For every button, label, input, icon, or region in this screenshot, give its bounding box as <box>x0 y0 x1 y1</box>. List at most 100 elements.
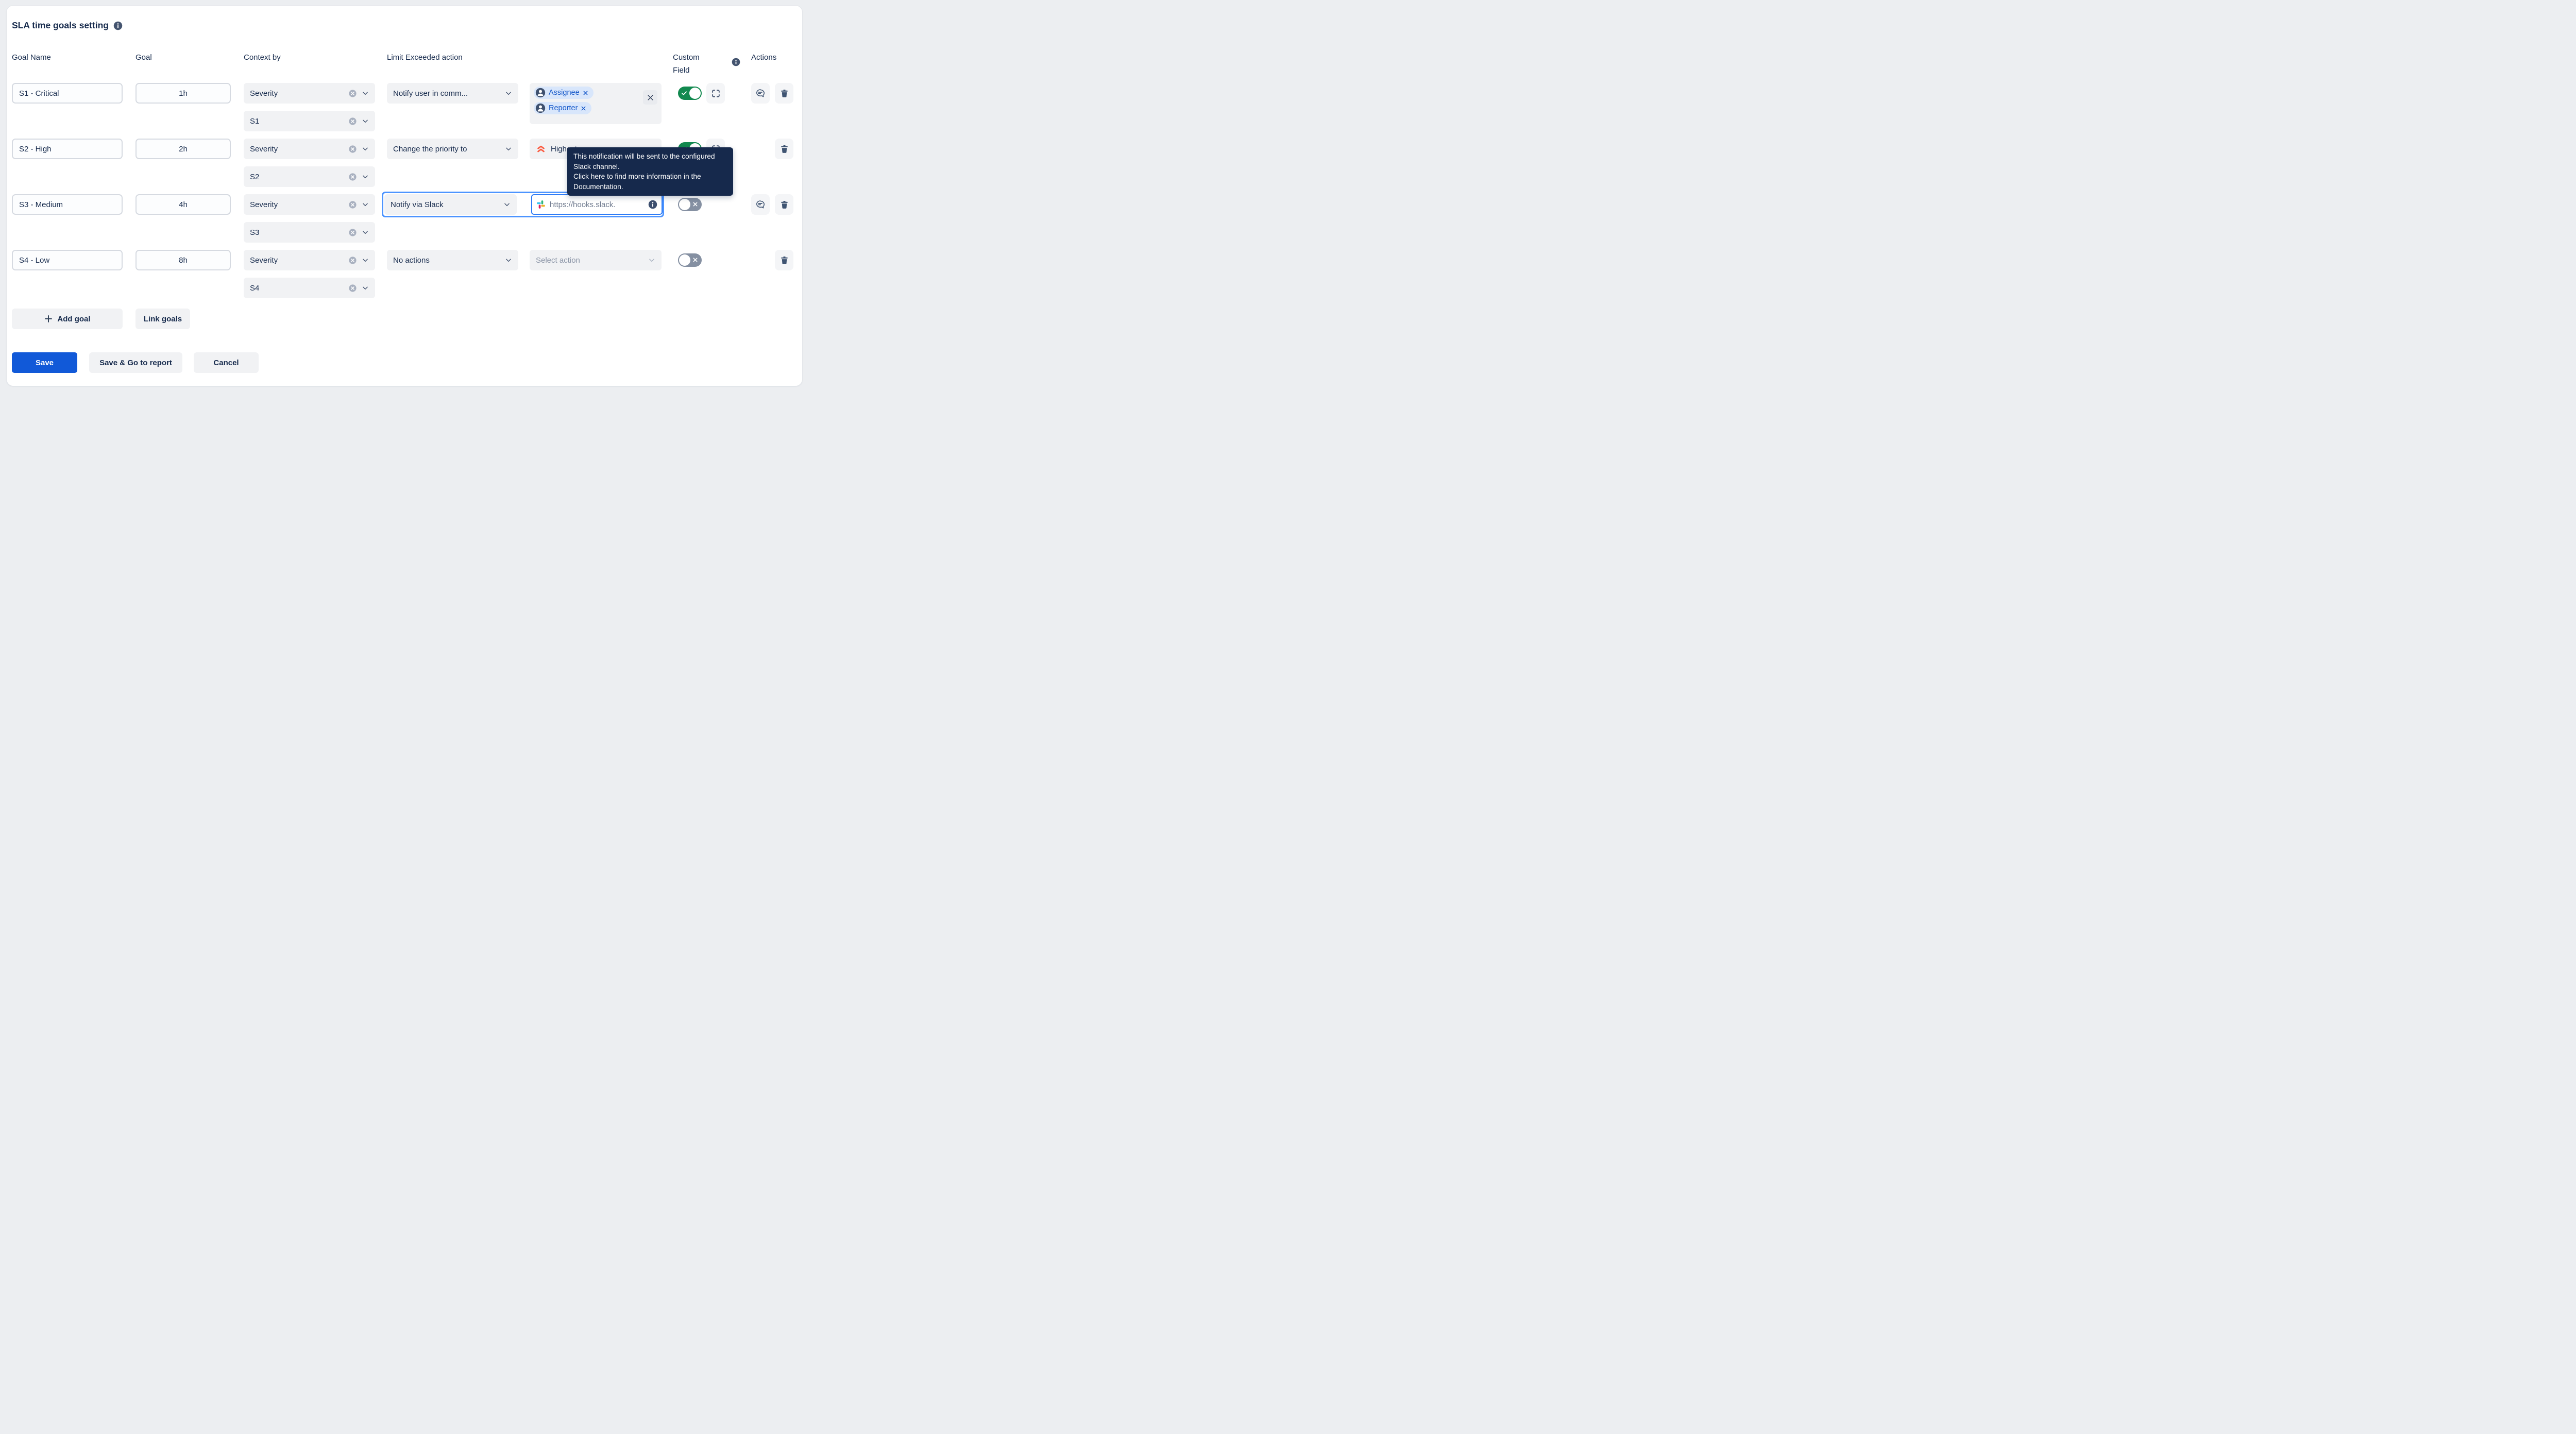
cancel-button[interactable]: Cancel <box>194 352 259 373</box>
person-icon <box>535 88 546 98</box>
column-header-custom-field: Custom Field <box>673 53 700 75</box>
column-header-goal-name: Goal Name <box>12 53 51 62</box>
chevron-down-icon <box>505 90 512 97</box>
comment-button[interactable] <box>751 194 770 215</box>
slack-webhook-value: https://hooks.slack. <box>550 200 616 209</box>
link-goals-button[interactable]: Link goals <box>135 309 190 329</box>
add-goal-label: Add goal <box>57 314 91 323</box>
save-button[interactable]: Save <box>12 352 77 373</box>
goal-input[interactable] <box>143 89 224 98</box>
clear-all-icon[interactable] <box>643 90 657 105</box>
goal-name-input[interactable] <box>19 200 115 209</box>
chevron-down-icon <box>362 257 369 264</box>
select-value: Severity <box>250 255 278 265</box>
notify-users-multiselect[interactable]: Assignee Reporter <box>530 83 662 124</box>
column-header-goal: Goal <box>135 53 152 62</box>
context-field-select[interactable]: Severity <box>244 250 375 270</box>
tooltip-line-2: Click here to find more information in t… <box>573 173 701 191</box>
goal-field <box>135 250 231 270</box>
context-value-select[interactable]: S3 <box>244 222 375 243</box>
goal-field <box>135 139 231 159</box>
context-field-select[interactable]: Severity <box>244 194 375 215</box>
clear-icon[interactable] <box>348 284 357 293</box>
info-icon[interactable] <box>732 58 740 66</box>
info-icon[interactable] <box>113 21 123 30</box>
chevron-down-icon <box>362 117 369 125</box>
goal-input[interactable] <box>143 200 224 209</box>
delete-button[interactable] <box>775 250 793 270</box>
select-placeholder: Select action <box>536 255 580 265</box>
chevron-down-icon <box>505 257 512 264</box>
trash-icon <box>779 255 789 265</box>
clear-icon[interactable] <box>348 173 357 181</box>
cancel-label: Cancel <box>213 358 239 367</box>
slack-notification-tooltip[interactable]: This notification will be sent to the co… <box>567 147 733 196</box>
goal-name-input[interactable] <box>19 255 115 265</box>
context-field-select[interactable]: Severity <box>244 83 375 104</box>
limit-action-select[interactable]: Notify user in comm... <box>387 83 518 104</box>
select-value: S1 <box>250 116 260 126</box>
goal-name-input[interactable] <box>19 144 115 153</box>
custom-field-toggle[interactable] <box>678 198 702 211</box>
clear-icon[interactable] <box>348 145 357 153</box>
save-go-report-label: Save & Go to report <box>99 358 172 367</box>
select-value: S2 <box>250 172 260 181</box>
slack-webhook-field[interactable]: https://hooks.slack. <box>531 194 663 215</box>
comment-icon <box>755 88 766 98</box>
limit-action-select[interactable]: No actions <box>387 250 518 270</box>
trash-icon <box>779 144 789 154</box>
custom-field-toggle[interactable] <box>678 253 702 267</box>
select-value: Notify user in comm... <box>393 89 468 98</box>
remove-icon[interactable] <box>581 106 586 111</box>
goal-name-input[interactable] <box>19 89 115 98</box>
custom-field-toggle-cell <box>678 194 704 215</box>
goal-name-field <box>12 139 123 159</box>
user-chip[interactable]: Reporter <box>534 102 592 114</box>
expand-button[interactable] <box>706 83 725 104</box>
chevron-down-icon <box>362 229 369 236</box>
save-label: Save <box>35 358 54 367</box>
comment-icon <box>755 199 766 210</box>
chip-label: Assignee <box>549 89 580 97</box>
delete-button[interactable] <box>775 139 793 159</box>
chevron-down-icon <box>362 145 369 152</box>
person-icon <box>535 103 546 113</box>
add-goal-button[interactable]: Add goal <box>12 309 123 329</box>
goal-input[interactable] <box>143 255 224 265</box>
link-goals-label: Link goals <box>143 314 182 323</box>
user-chip[interactable]: Assignee <box>534 87 594 99</box>
plus-icon <box>44 314 53 323</box>
context-value-select[interactable]: S2 <box>244 166 375 187</box>
delete-button[interactable] <box>775 194 793 215</box>
remove-icon[interactable] <box>583 90 588 96</box>
chevron-down-icon <box>505 145 512 152</box>
page-title-row: SLA time goals setting <box>12 20 123 31</box>
clear-icon[interactable] <box>348 117 357 126</box>
clear-icon[interactable] <box>348 256 357 265</box>
clear-icon[interactable] <box>348 200 357 209</box>
goal-name-field <box>12 250 123 270</box>
clear-icon[interactable] <box>348 89 357 98</box>
select-value: No actions <box>393 255 430 265</box>
expand-icon <box>711 89 721 98</box>
context-field-select[interactable]: Severity <box>244 139 375 159</box>
custom-field-toggle[interactable] <box>678 87 702 100</box>
slack-icon <box>536 200 546 209</box>
select-value: Change the priority to <box>393 144 467 153</box>
sla-settings-card: SLA time goals setting Goal Name Goal Co… <box>6 5 803 386</box>
chevron-down-icon <box>362 284 369 292</box>
context-value-select[interactable]: S4 <box>244 278 375 298</box>
trash-icon <box>779 200 789 210</box>
limit-action-select[interactable]: Notify via Slack <box>384 194 517 215</box>
info-icon[interactable] <box>648 200 657 209</box>
action-param-select-disabled[interactable]: Select action <box>530 250 662 270</box>
save-go-report-button[interactable]: Save & Go to report <box>89 352 182 373</box>
clear-icon[interactable] <box>348 228 357 237</box>
goal-input[interactable] <box>143 144 224 153</box>
comment-button[interactable] <box>751 83 770 104</box>
context-value-select[interactable]: S1 <box>244 111 375 131</box>
select-value: S4 <box>250 283 260 293</box>
delete-button[interactable] <box>775 83 793 104</box>
limit-action-select[interactable]: Change the priority to <box>387 139 518 159</box>
chip-label: Reporter <box>549 104 578 112</box>
